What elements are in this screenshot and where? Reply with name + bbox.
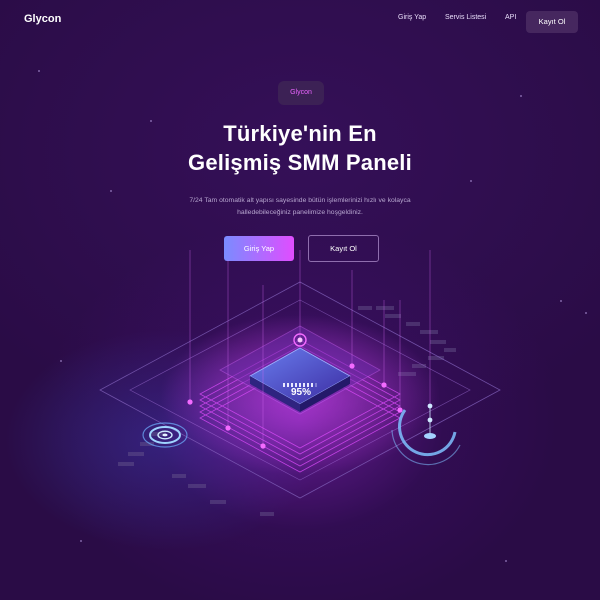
- progress-percentage: 95%: [290, 387, 311, 398]
- left-target-rings: [142, 422, 188, 448]
- isometric-platform-illustration: [99, 250, 501, 516]
- top-node-dot: [297, 337, 303, 343]
